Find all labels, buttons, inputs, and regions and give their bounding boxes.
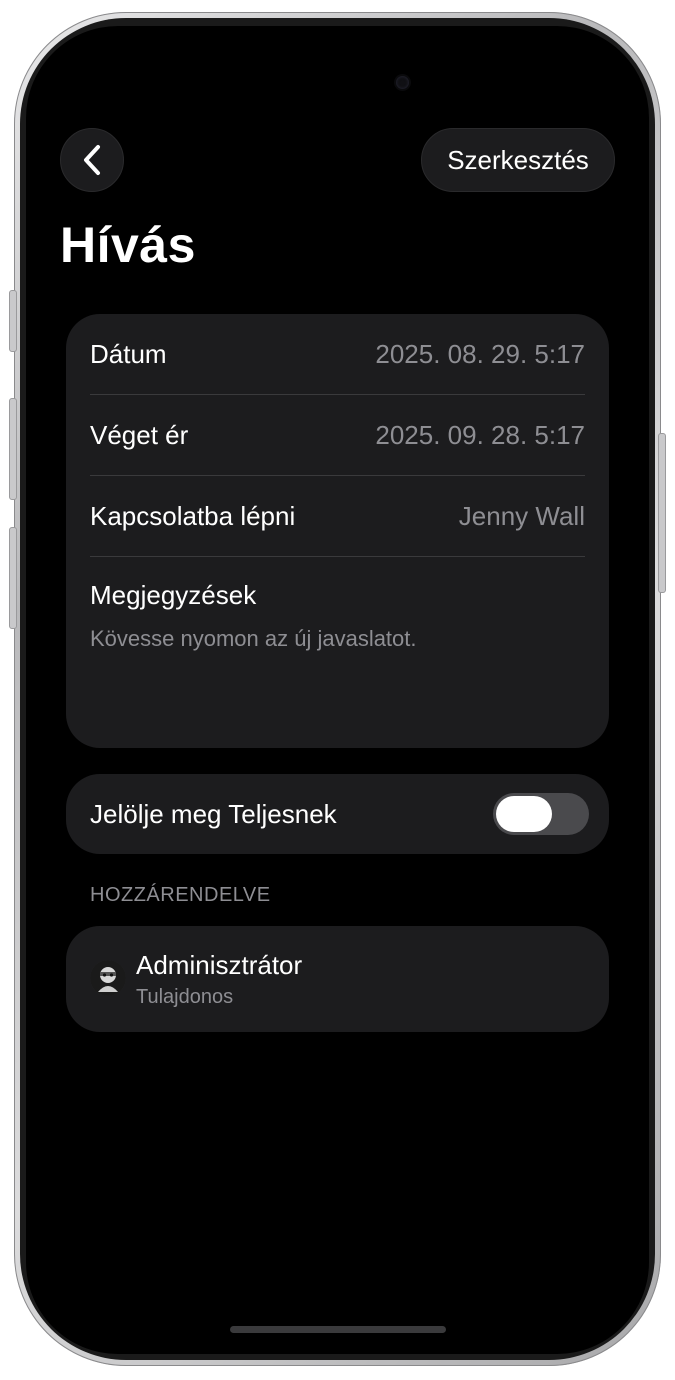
details-card: Dátum 2025. 08. 29. 5:17 Véget ér 2025. … [66, 314, 609, 748]
date-label: Dátum [90, 338, 167, 369]
contact-value: Jenny Wall [458, 500, 585, 531]
end-date-value: 2025. 09. 28. 5:17 [375, 419, 585, 450]
assignee-card[interactable]: Adminisztrátor Tulajdonos [66, 926, 609, 1032]
end-date-row[interactable]: Véget ér 2025. 09. 28. 5:17 [90, 395, 585, 475]
assignee-role: Tulajdonos [136, 986, 234, 1008]
chevron-left-icon [84, 145, 100, 175]
toggle-knob [496, 796, 552, 832]
action-button [9, 290, 17, 352]
complete-toggle-label: Jelölje meg Teljesnek [90, 798, 337, 829]
notes-label: Megjegyzések [90, 580, 257, 610]
notes-text[interactable]: Kövesse nyomon az új javaslatot. [90, 626, 417, 652]
volume-up-button [9, 398, 17, 500]
power-button [658, 433, 666, 593]
divider [90, 556, 585, 557]
date-row[interactable]: Dátum 2025. 08. 29. 5:17 [90, 314, 585, 394]
date-value: 2025. 08. 29. 5:17 [375, 338, 585, 369]
avatar [90, 960, 126, 996]
volume-down-button [9, 527, 17, 629]
home-indicator[interactable] [230, 1326, 446, 1333]
assignee-name: Adminisztrátor [136, 950, 303, 980]
assigned-section-header: HOZZÁRENDELVE [90, 884, 271, 906]
complete-toggle-card: Jelölje meg Teljesnek [66, 774, 609, 854]
end-date-label: Véget ér [90, 419, 189, 450]
screen: Szerkesztés Hívás Dátum 2025. 08. 29. 5:… [26, 26, 649, 1354]
contact-label: Kapcsolatba lépni [90, 500, 296, 531]
front-camera [396, 76, 409, 89]
contact-row[interactable]: Kapcsolatba lépni Jenny Wall [90, 476, 585, 556]
page-title: Hívás [60, 217, 196, 273]
complete-toggle[interactable] [493, 793, 589, 835]
edit-button[interactable]: Szerkesztés [421, 128, 615, 192]
back-button[interactable] [60, 128, 124, 192]
user-avatar-icon [90, 960, 126, 996]
